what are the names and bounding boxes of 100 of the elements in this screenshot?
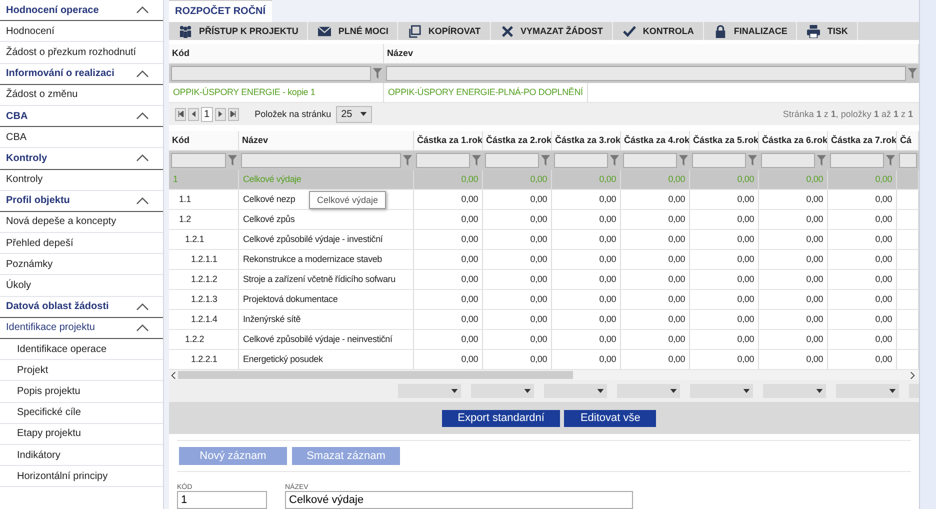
action-button[interactable]: Export standardní <box>442 410 560 426</box>
filter-icon[interactable] <box>679 155 688 166</box>
filter-field[interactable] <box>692 153 746 168</box>
table-cell: 0,00 <box>599 214 616 224</box>
caret-icon <box>816 389 823 393</box>
sidebar-item[interactable]: Kontroly <box>6 174 43 186</box>
table-row[interactable]: 1.2.1.1 Rekonstrukce a modernizace staveb 0,00 0,00 0,00 0,00 0,00 0,00 0,00 <box>169 250 919 270</box>
tab[interactable]: ROZPOČET ROČNÍ <box>169 0 272 22</box>
next-page-button[interactable] <box>214 108 226 120</box>
table-cell-text: 1.2.2.1 <box>190 354 218 364</box>
filter-icon[interactable] <box>403 155 412 166</box>
sidebar-item[interactable]: Přehled depeší <box>6 238 74 249</box>
sidebar-item[interactable]: Poznámky <box>6 258 53 270</box>
sidebar-item[interactable]: Etapy projektu <box>17 428 81 440</box>
filter-field[interactable] <box>899 153 917 168</box>
table-cell: 0,00 <box>806 354 823 364</box>
chevron-icon[interactable] <box>136 6 149 14</box>
scroll-right-icon[interactable] <box>910 372 915 378</box>
table-cell: 0,00 <box>461 254 478 264</box>
sidebar-item[interactable]: Horizontální principy <box>17 470 108 482</box>
filter-icon[interactable] <box>748 155 757 166</box>
chevron-icon[interactable] <box>136 302 149 311</box>
filter-icon[interactable] <box>541 155 550 166</box>
chevron-icon[interactable] <box>136 196 149 205</box>
input-field[interactable]: Celkové výdaje <box>285 491 633 509</box>
input-field[interactable]: 1 <box>177 491 267 509</box>
check-icon <box>622 24 637 38</box>
table-cell: 0,00 <box>875 354 892 364</box>
table-row[interactable]: 1.2.2 Celkové způsobilé výdaje - neinvestiční 0,00 0,00 0,00 0,00 0,00 0,00 0,00 <box>169 330 919 350</box>
table-cell: OPPIK-ÚSPORY ENERGIE-PLNÁ-PO DOPLNĚNÍ <box>388 87 583 97</box>
filter-icon[interactable] <box>908 68 917 79</box>
table-cell-text: 1.1 <box>178 194 191 204</box>
sidebar-item[interactable]: Popis projektu <box>17 386 80 397</box>
scroll-left-icon[interactable] <box>171 372 176 378</box>
sidebar-item[interactable]: Projekt <box>17 364 48 376</box>
horizontal-scrollbar[interactable] <box>169 370 919 380</box>
sidebar-item[interactable]: Indikátory <box>17 450 60 461</box>
filter-field[interactable] <box>171 66 371 81</box>
filter-field[interactable] <box>830 153 884 168</box>
previous-page-button[interactable] <box>188 108 199 120</box>
table-cell: 0,00 <box>875 314 892 324</box>
first-page-button[interactable] <box>175 108 186 120</box>
table-cell: 0,00 <box>530 334 547 344</box>
table-cell: 0,00 <box>461 294 478 304</box>
previous-icon <box>190 111 196 117</box>
chevron-icon[interactable] <box>136 112 149 120</box>
table-cell: 0,00 <box>461 274 478 284</box>
table-cell-text: 1.2.2 <box>184 334 204 344</box>
copy-icon <box>407 24 422 38</box>
table-cell: 0,00 <box>737 274 754 284</box>
filter-field[interactable] <box>171 153 226 168</box>
table-cell: 0,00 <box>737 214 754 224</box>
sidebar-item[interactable]: Hodnocení <box>6 26 54 37</box>
sidebar-item[interactable]: Specifické cíle <box>17 407 81 418</box>
filter-field[interactable] <box>416 153 470 168</box>
page-size-select[interactable]: 25 <box>336 106 372 122</box>
table-cell: Celkové nezp <box>243 194 296 204</box>
sidebar-item[interactable]: Identifikace operace <box>17 344 107 355</box>
table-row[interactable]: 1.2 Celkové způs 0,00 0,00 0,00 0,00 0,00 0,00 0,00 <box>169 210 919 230</box>
caret-icon <box>451 389 458 393</box>
filter-field[interactable] <box>386 66 906 81</box>
sidebar-item[interactable]: Žádost o přezkum rozhodnutí <box>6 46 136 58</box>
sidebar-item[interactable]: Nová depeše a koncepty <box>6 216 116 228</box>
filter-icon[interactable] <box>610 155 619 166</box>
caret-icon <box>524 389 531 393</box>
filter-field[interactable] <box>761 153 815 168</box>
table-cell: 0,00 <box>806 174 823 184</box>
table-row[interactable]: 1.2.1.2 Stroje a zařízení včetně řídicího sofwaru 0,00 0,00 0,00 0,00 0,00 0,00 0,00 <box>169 270 919 290</box>
sidebar-item[interactable]: CBA <box>6 132 27 143</box>
caret-icon <box>743 389 750 393</box>
action-button[interactable]: Editovat vše <box>564 410 656 426</box>
column-header[interactable]: Kód <box>169 44 384 63</box>
filter-icon[interactable] <box>817 155 826 166</box>
filter-field[interactable] <box>485 153 539 168</box>
sidebar-item[interactable]: Žádost o změnu <box>6 89 78 100</box>
chevron-icon[interactable] <box>136 324 149 332</box>
column-header[interactable]: Název <box>239 131 414 150</box>
table-cell: 0,00 <box>599 254 616 264</box>
table-cell: OPPIK-ÚSPORY ENERGIE - kopie 1 <box>173 87 316 97</box>
filter-icon[interactable] <box>886 155 895 166</box>
chevron-icon[interactable] <box>136 70 149 78</box>
chevron-icon[interactable] <box>136 154 149 162</box>
filter-icon[interactable] <box>373 68 382 79</box>
filter-icon[interactable] <box>228 155 237 166</box>
table-row[interactable]: 1.2.1.4 Inženýrské sítě 0,00 0,00 0,00 0,00 0,00 0,00 0,00 <box>169 310 919 330</box>
filter-icon[interactable] <box>472 155 481 166</box>
table-row[interactable]: 1.2.1 Celkové způsobilé výdaje - investiční 0,00 0,00 0,00 0,00 0,00 0,00 0,00 <box>169 230 919 250</box>
table-cell: 0,00 <box>599 274 616 284</box>
column-header[interactable]: Kód <box>169 131 239 150</box>
table-cell: 0,00 <box>599 314 616 324</box>
filter-field[interactable] <box>554 153 608 168</box>
table-cell: 0,00 <box>599 234 616 244</box>
table-cell: 0,00 <box>668 334 685 344</box>
last-page-button[interactable] <box>228 108 239 120</box>
table-row[interactable]: 1.2.2.1 Energetický posudek 0,00 0,00 0,00 0,00 0,00 0,00 0,00 <box>169 350 919 370</box>
sidebar-item[interactable]: Úkoly <box>6 280 32 292</box>
filter-field[interactable] <box>241 153 401 168</box>
table-row[interactable]: 1.2.1.3 Projektová dokumentace 0,00 0,00 0,00 0,00 0,00 0,00 0,00 <box>169 290 919 310</box>
filter-field[interactable] <box>623 153 677 168</box>
subsection-title[interactable]: Identifikace projektu <box>6 322 95 334</box>
